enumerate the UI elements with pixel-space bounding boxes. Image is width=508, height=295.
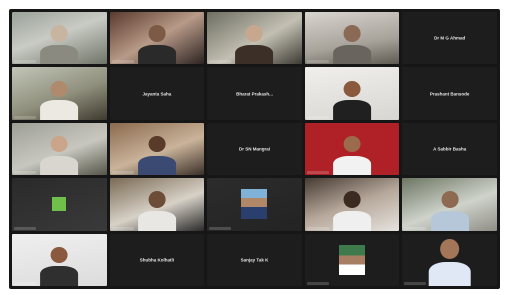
participant-tile-18[interactable] <box>207 178 302 231</box>
participant-tile-14[interactable] <box>304 122 400 176</box>
participant-tile-25[interactable] <box>402 233 497 286</box>
participant-tile-3[interactable] <box>207 12 302 65</box>
participant-video <box>40 135 79 176</box>
participant-tile-10[interactable]: Prashant Bansode <box>402 67 497 120</box>
participant-name-tag <box>111 171 134 175</box>
participant-video <box>333 80 372 120</box>
participant-video <box>430 191 469 231</box>
participant-name-tag <box>14 282 36 285</box>
participant-name: Dr M G Ahmad <box>434 35 466 41</box>
participant-name: Sanjay Tak K <box>240 257 269 263</box>
participant-tile-11[interactable] <box>12 122 107 176</box>
participant-video <box>333 135 372 176</box>
participant-name-tag <box>14 115 36 119</box>
participant-video <box>137 191 176 231</box>
participant-tile-17[interactable] <box>109 178 205 231</box>
participant-tile-13[interactable]: Dr SN Mangrai <box>207 122 302 176</box>
participant-tile-23[interactable]: Sanjay Tak K <box>207 233 302 286</box>
participant-tile-4[interactable] <box>304 12 400 65</box>
participant-photo <box>241 189 268 220</box>
participant-tile-24[interactable] <box>304 233 400 286</box>
participant-video <box>428 238 471 286</box>
participant-name-tag <box>306 226 329 230</box>
participant-video <box>235 25 274 65</box>
participant-video <box>137 135 176 176</box>
participant-tile-6[interactable] <box>12 67 107 120</box>
participant-tile-7[interactable]: Jayanta Saha <box>109 67 205 120</box>
participant-name-tag <box>209 60 232 64</box>
video-gallery: Dr M G Ahmad Jayanta Saha Bharat Prakash… <box>9 9 500 289</box>
participant-name-tag <box>209 226 232 230</box>
participant-tile-22[interactable]: Shubha Kolhatli <box>109 233 205 286</box>
participant-name-tag <box>306 60 329 64</box>
participant-video <box>137 25 176 65</box>
participant-tile-5[interactable]: Dr M G Ahmad <box>402 12 497 65</box>
participant-name: Shubha Kolhatli <box>139 257 175 263</box>
participant-name: Jayanta Saha <box>142 91 172 97</box>
participant-name: Dr SN Mangrai <box>238 146 270 152</box>
participant-video <box>40 80 79 120</box>
participant-tile-1[interactable] <box>12 12 107 65</box>
participant-name-tag <box>111 226 134 230</box>
participant-name: Prashant Bansode <box>429 91 470 97</box>
participant-name-tag <box>14 171 36 175</box>
participant-video <box>333 25 372 65</box>
participant-photo <box>339 244 366 275</box>
participant-tile-16[interactable] <box>12 178 107 231</box>
participant-name: A Sabbir Basha <box>433 146 467 152</box>
participant-tile-2[interactable] <box>109 12 205 65</box>
participant-video <box>40 25 79 65</box>
participant-tile-15[interactable]: A Sabbir Basha <box>402 122 497 176</box>
participant-name-tag <box>306 115 329 119</box>
participant-video <box>40 246 79 286</box>
participant-grid: Dr M G Ahmad Jayanta Saha Bharat Prakash… <box>9 9 500 289</box>
participant-tile-9[interactable] <box>304 67 400 120</box>
participant-tile-12[interactable] <box>109 122 205 176</box>
logo-icon <box>52 197 67 212</box>
participant-tile-20[interactable] <box>402 178 497 231</box>
participant-name-tag <box>14 60 36 64</box>
participant-tile-8[interactable]: Bharat Prakash... <box>207 67 302 120</box>
participant-tile-19[interactable] <box>304 178 400 231</box>
participant-name-tag <box>404 282 427 285</box>
participant-tile-21[interactable] <box>12 233 107 286</box>
participant-name-tag <box>306 282 329 285</box>
participant-name-tag <box>306 171 329 175</box>
participant-name-tag <box>404 226 427 230</box>
participant-name-tag <box>111 60 134 64</box>
participant-name-tag <box>14 226 36 230</box>
participant-name: Bharat Prakash... <box>236 91 273 97</box>
participant-video <box>333 191 372 231</box>
